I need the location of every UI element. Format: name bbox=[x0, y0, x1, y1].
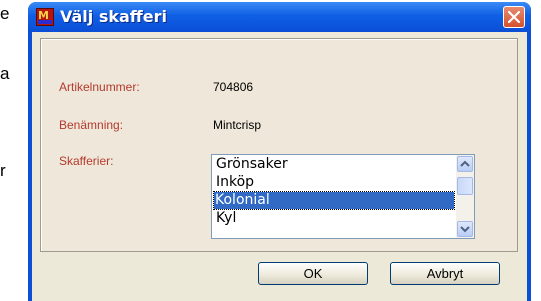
list-item-selected[interactable]: Kolonial bbox=[213, 191, 455, 210]
name-label: Benämning: bbox=[59, 118, 124, 132]
list-scrollbar[interactable] bbox=[456, 155, 474, 238]
ok-button[interactable]: OK bbox=[258, 262, 368, 285]
article-number-value: 704806 bbox=[213, 80, 254, 94]
list-item[interactable]: Kyl bbox=[215, 210, 236, 227]
close-button[interactable] bbox=[503, 6, 525, 28]
scroll-down-button[interactable] bbox=[457, 221, 473, 237]
fields-panel: Artikelnummer: 704806 Benämning: Mintcri… bbox=[40, 38, 518, 252]
dialog-window: M Välj skafferi Artikelnummer: 704806 Be… bbox=[28, 2, 531, 301]
background-text: a bbox=[0, 64, 10, 83]
title-bar[interactable]: M Välj skafferi bbox=[28, 2, 531, 32]
dialog-title: Välj skafferi bbox=[60, 7, 167, 26]
list-item[interactable]: Grönsaker bbox=[215, 156, 288, 173]
app-icon: M bbox=[36, 8, 54, 26]
background-text: r bbox=[0, 161, 6, 180]
name-value: Mintcrisp bbox=[213, 118, 262, 132]
chevron-up-icon bbox=[460, 160, 470, 167]
chevron-down-icon bbox=[460, 226, 470, 233]
cancel-button[interactable]: Avbryt bbox=[390, 262, 500, 285]
article-number-label: Artikelnummer: bbox=[59, 80, 140, 94]
scroll-thumb[interactable] bbox=[457, 177, 473, 195]
close-icon bbox=[508, 11, 520, 23]
list-item[interactable]: Inköp bbox=[215, 174, 254, 191]
pantry-listbox[interactable]: Grönsaker Inköp Kolonial Kyl bbox=[211, 154, 475, 239]
pantries-label: Skafferier: bbox=[59, 154, 114, 168]
background-text: e bbox=[0, 4, 10, 23]
scroll-up-button[interactable] bbox=[457, 156, 473, 172]
dialog-body: Artikelnummer: 704806 Benämning: Mintcri… bbox=[32, 32, 527, 301]
